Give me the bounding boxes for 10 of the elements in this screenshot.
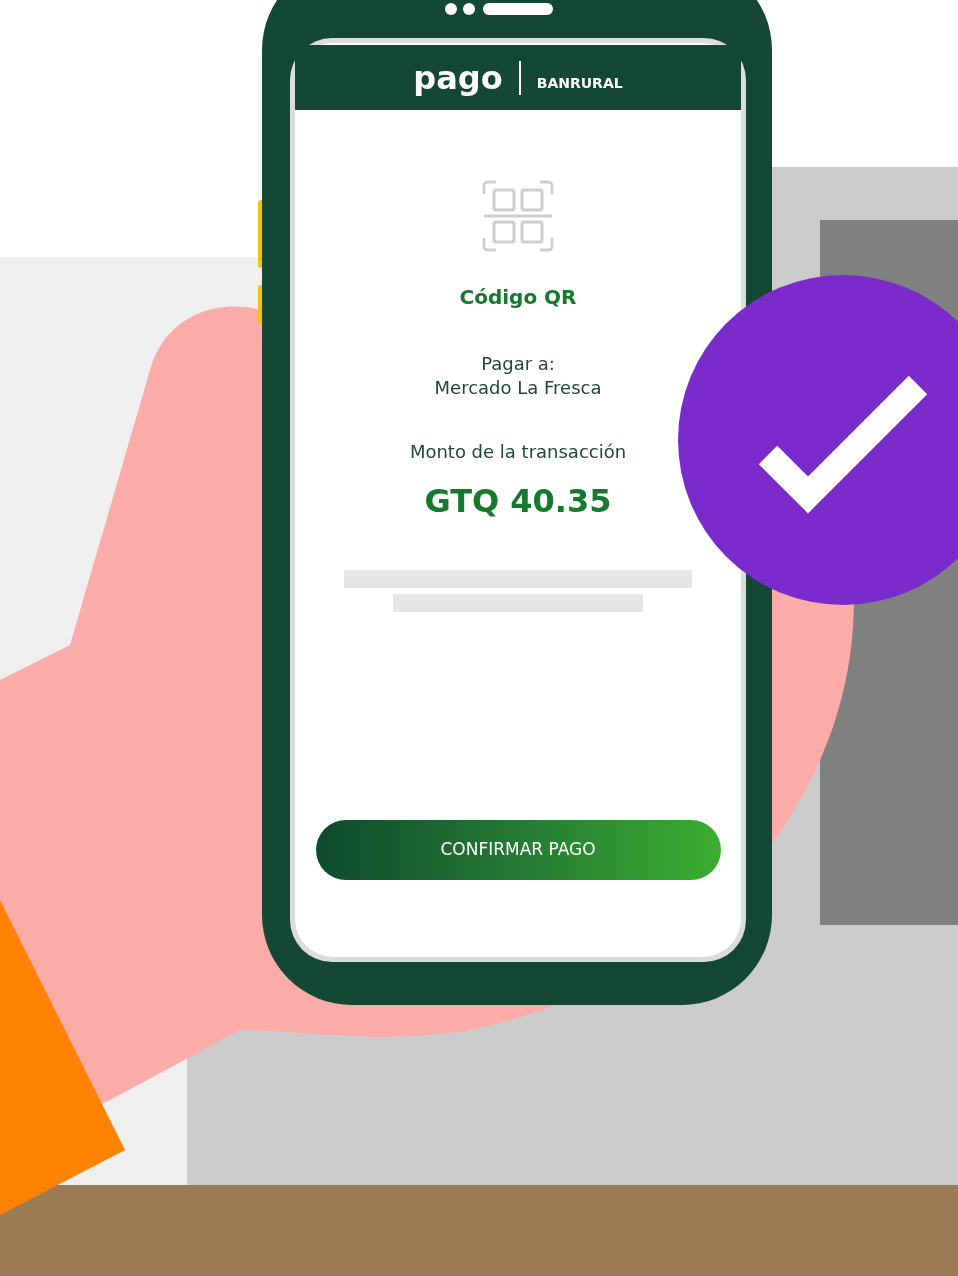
bank-logo: BANRURAL [536, 74, 623, 93]
amount-value: GTQ 40.35 [424, 481, 612, 522]
confirm-button[interactable]: CONFIRMAR PAGO [315, 820, 721, 880]
amount-label: Monto de la transacción [409, 440, 627, 464]
brand-logo: pago [413, 61, 503, 94]
pay-to-label: Pagar a: [481, 352, 555, 376]
screen-title: Código QR [459, 284, 577, 311]
qr-code-icon [482, 180, 554, 252]
check-badge-icon [678, 275, 958, 605]
merchant-name: Mercado La Fresca [434, 376, 602, 400]
